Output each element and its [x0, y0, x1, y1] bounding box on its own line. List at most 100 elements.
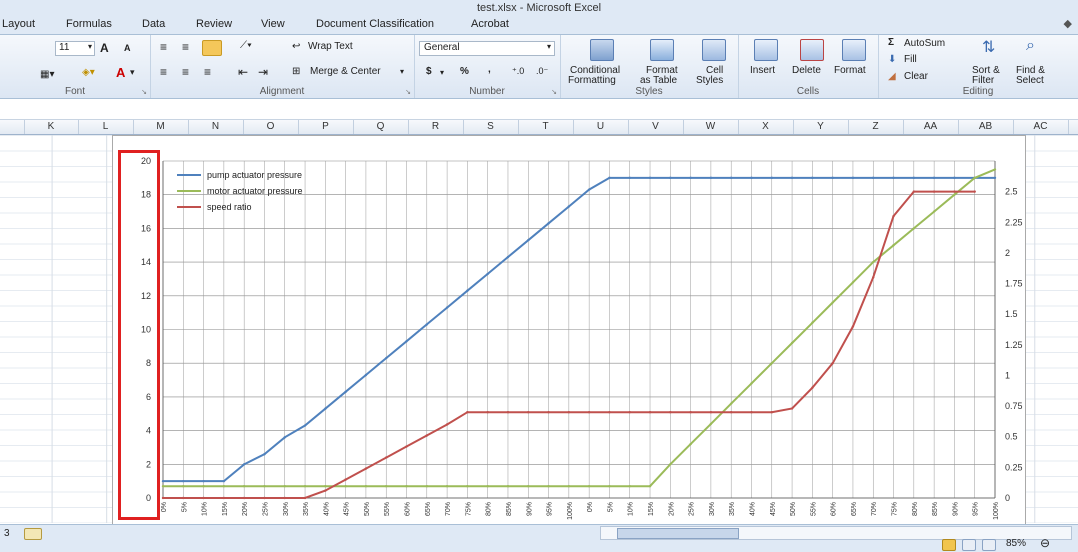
sheet-tab[interactable]: 3 [4, 528, 10, 539]
number-format-box[interactable]: General ▾ [419, 41, 555, 56]
page-break-view-icon[interactable] [982, 539, 996, 551]
align-left-icon[interactable]: ≡ [160, 65, 167, 79]
column-header-partial[interactable] [0, 120, 25, 134]
delete-button[interactable]: Delete [792, 65, 821, 76]
chart-x-tick-label: 20% [242, 502, 249, 516]
column-header-v[interactable]: V [628, 120, 684, 134]
column-header-l[interactable]: L [78, 120, 134, 134]
borders-icon[interactable]: ▦▾ [40, 69, 54, 80]
tab-layout[interactable]: Layout [2, 18, 35, 30]
column-header-ab[interactable]: AB [958, 120, 1014, 134]
column-header-t[interactable]: T [518, 120, 574, 134]
column-header-r[interactable]: R [408, 120, 464, 134]
column-header-u[interactable]: U [573, 120, 629, 134]
wrap-text-icon[interactable]: ↩ [292, 41, 300, 52]
format-cells-icon[interactable] [842, 39, 866, 61]
tab-review[interactable]: Review [196, 18, 232, 30]
shrink-font-button[interactable]: A [124, 43, 131, 53]
clear-button[interactable]: Clear [904, 71, 928, 82]
column-header-y[interactable]: Y [793, 120, 849, 134]
autosum-icon[interactable]: Σ [888, 37, 894, 48]
align-right-icon[interactable]: ≡ [204, 65, 211, 79]
dialog-launcher-icon[interactable]: ↘ [405, 88, 411, 96]
insert-cells-icon[interactable] [754, 39, 778, 61]
fill-icon[interactable]: ⬇ [888, 54, 896, 65]
column-header-z[interactable]: Z [848, 120, 904, 134]
align-bottom-icon[interactable] [202, 40, 222, 56]
wrap-text-button[interactable]: Wrap Text [308, 41, 353, 52]
format-button[interactable]: Format [834, 65, 866, 76]
tab-formulas[interactable]: Formulas [66, 18, 112, 30]
column-header-w[interactable]: W [683, 120, 739, 134]
cell-styles-icon[interactable] [702, 39, 726, 61]
currency-button[interactable]: $ [426, 66, 432, 77]
autosum-button[interactable]: AutoSum [904, 38, 945, 49]
chart-x-tick-label: 20% [668, 502, 675, 516]
tab-view[interactable]: View [261, 18, 285, 30]
increase-indent-icon[interactable]: ⇥ [258, 65, 268, 79]
format-as-table-label-2[interactable]: as Table [640, 75, 677, 86]
sort-filter-label-2[interactable]: Filter [972, 75, 994, 86]
font-size-box[interactable]: 11 ▾ [55, 41, 95, 56]
insert-button[interactable]: Insert [750, 65, 775, 76]
column-header-q[interactable]: Q [353, 120, 409, 134]
decrease-decimal-icon[interactable]: .0⁻ [536, 66, 548, 77]
decrease-indent-icon[interactable]: ⇤ [238, 65, 248, 79]
chart-area[interactable]: 0 2 4 6 8 10 12 14 16 18 20 0% 5% 10% 15% 20% 25% 30% 35% 4… [112, 135, 1026, 525]
column-header-m[interactable]: M [133, 120, 189, 134]
delete-cells-icon[interactable] [800, 39, 824, 61]
column-header-p[interactable]: P [298, 120, 354, 134]
tab-document-classification[interactable]: Document Classification [316, 18, 434, 30]
merge-center-button[interactable]: Merge & Center [310, 66, 381, 77]
font-color-icon[interactable]: A [116, 65, 125, 80]
find-select-label-2[interactable]: Select [1016, 75, 1044, 86]
eraser-icon[interactable]: ◢ [888, 71, 896, 82]
conditional-formatting-icon[interactable] [590, 39, 614, 61]
cell-styles-label-2[interactable]: Styles [696, 75, 723, 86]
insert-sheet-icon[interactable] [24, 528, 42, 540]
chart-secondary-tick-label: 2.5 [1005, 187, 1018, 197]
tab-data[interactable]: Data [142, 18, 165, 30]
orientation-icon[interactable]: ⟋▾ [240, 40, 252, 51]
scrollbar-thumb[interactable] [617, 528, 739, 539]
column-header-x[interactable]: X [738, 120, 794, 134]
increase-decimal-icon[interactable]: ⁺.0 [512, 66, 524, 77]
format-as-table-icon[interactable] [650, 39, 674, 61]
page-layout-view-icon[interactable] [962, 539, 976, 551]
editing-group-label: Editing [962, 86, 994, 97]
chevron-down-icon[interactable]: ▾ [440, 68, 444, 77]
chevron-down-icon: ▾ [546, 42, 551, 51]
conditional-formatting-label-2[interactable]: Formatting [568, 75, 616, 86]
grow-font-button[interactable]: A [100, 41, 109, 55]
align-middle-icon[interactable]: ≡ [182, 40, 189, 54]
horizontal-scrollbar[interactable] [600, 526, 1072, 540]
align-center-icon[interactable]: ≡ [182, 65, 189, 79]
chevron-down-icon[interactable]: ▾ [400, 67, 404, 76]
column-header-k[interactable]: K [24, 120, 79, 134]
column-header-ac[interactable]: AC [1013, 120, 1069, 134]
help-icon[interactable]: ◆ [1064, 17, 1072, 30]
zoom-out-icon[interactable]: ⊖ [1040, 536, 1050, 550]
dialog-launcher-icon[interactable]: ↘ [551, 88, 557, 96]
chart-data-point [182, 479, 185, 483]
tab-acrobat[interactable]: Acrobat [471, 18, 509, 30]
chart-x-tick-label: 15% [648, 502, 655, 516]
zoom-level[interactable]: 85% [1006, 538, 1026, 549]
normal-view-icon[interactable] [942, 539, 956, 551]
column-header-o[interactable]: O [243, 120, 299, 134]
comma-button[interactable]: , [488, 64, 491, 75]
column-header-n[interactable]: N [188, 120, 244, 134]
font-size-value: 11 [59, 42, 70, 53]
chevron-down-icon[interactable]: ▾ [130, 67, 135, 78]
dialog-launcher-icon[interactable]: ↘ [141, 88, 147, 96]
percent-button[interactable]: % [460, 66, 469, 77]
sort-filter-icon[interactable]: ⇅ [982, 37, 995, 57]
column-header-s[interactable]: S [463, 120, 519, 134]
fill-color-icon[interactable]: ◈▾ [82, 67, 95, 78]
binoculars-icon[interactable]: ⌕ [1026, 37, 1035, 55]
merge-center-icon[interactable]: ⊞ [292, 66, 300, 77]
column-header-aa[interactable]: AA [903, 120, 959, 134]
fill-button[interactable]: Fill [904, 54, 917, 65]
formula-bar[interactable] [0, 99, 1078, 120]
align-top-icon[interactable]: ≡ [160, 40, 167, 54]
